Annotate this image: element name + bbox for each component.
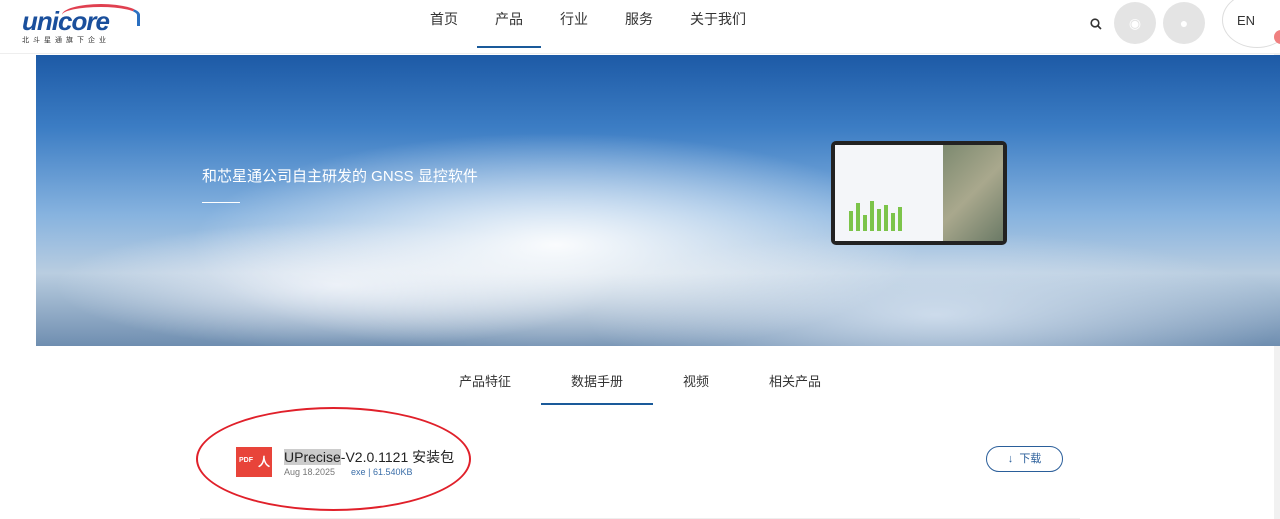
wechat-icon[interactable]: ● [1163, 2, 1205, 44]
logo[interactable]: unicore 北斗星通旗下企业 [22, 4, 140, 45]
hero-banner: 和芯星通公司自主研发的 GNSS 显控软件 [36, 55, 1280, 346]
file-meta: Aug 18.2025 exe | 61.540KB [284, 467, 413, 477]
hero-title: 和芯星通公司自主研发的 GNSS 显控软件 [202, 168, 478, 185]
logo-subtitle: 北斗星通旗下企业 [22, 37, 110, 44]
file-list-item: PDF UPrecise-V2.0.1121 安装包 Aug 18.2025 ex… [200, 435, 1080, 519]
search-icon[interactable] [1090, 18, 1102, 30]
product-tabs: 产品特征 数据手册 视频 相关产品 [0, 360, 1280, 405]
file-ext: exe [351, 467, 366, 477]
pdf-file-icon: PDF [236, 447, 272, 477]
software-screenshot [831, 141, 1007, 245]
nav-service[interactable]: 服务 [607, 0, 671, 48]
divider [202, 202, 240, 203]
tab-features[interactable]: 产品特征 [429, 360, 541, 405]
nav-industry[interactable]: 行业 [542, 0, 606, 48]
main-nav: 首页 产品 行业 服务 关于我们 [412, 0, 765, 48]
nav-home[interactable]: 首页 [412, 0, 476, 48]
download-arrow-icon: ↓ [1007, 453, 1014, 465]
nav-products[interactable]: 产品 [477, 0, 541, 48]
file-size: 61.540KB [372, 467, 413, 477]
tab-related[interactable]: 相关产品 [739, 360, 851, 405]
language-switch[interactable]: EN [1222, 0, 1280, 48]
tab-datasheet[interactable]: 数据手册 [540, 360, 653, 405]
header: unicore 北斗星通旗下企业 首页 产品 行业 服务 关于我们 ◉ ● EN [0, 0, 1280, 54]
tab-video[interactable]: 视频 [653, 360, 739, 405]
file-date: Aug 18.2025 [284, 467, 336, 477]
file-name[interactable]: UPrecise-V2.0.1121 安装包 [284, 447, 454, 467]
download-button[interactable]: ↓ 下载 [986, 446, 1063, 472]
nav-about[interactable]: 关于我们 [672, 0, 764, 48]
weibo-icon[interactable]: ◉ [1114, 2, 1156, 44]
